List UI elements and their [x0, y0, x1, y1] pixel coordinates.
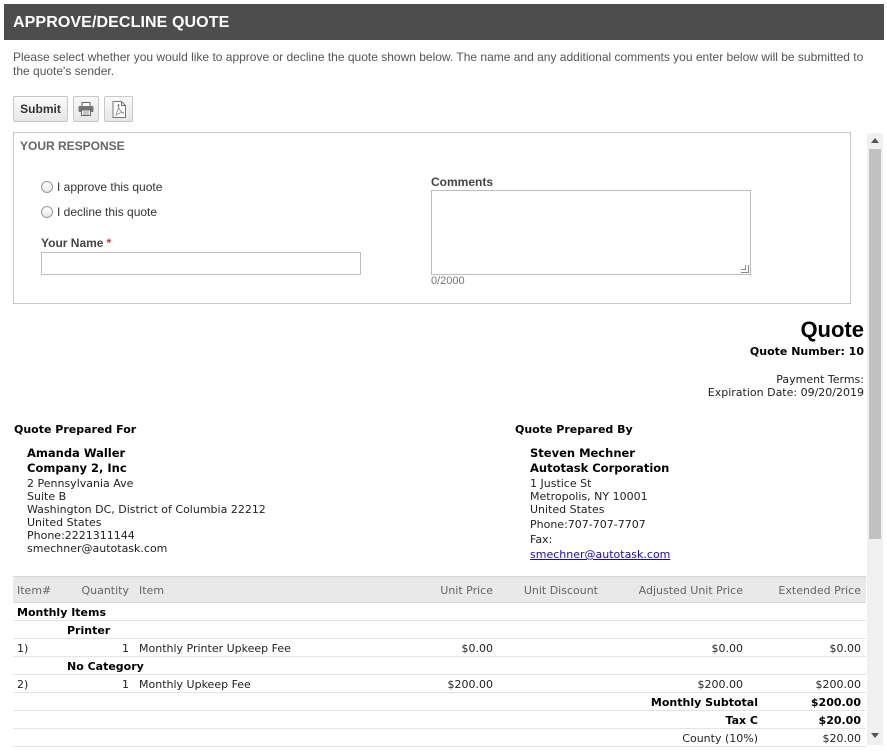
scroll-up-arrow-icon[interactable]	[871, 138, 879, 143]
table-header: Item# Quantity Item Unit Price Unit Disc…	[13, 576, 866, 603]
subtotal-row: Monthly Subtotal $200.00	[13, 693, 866, 711]
scroll-down-arrow-icon[interactable]	[871, 733, 879, 738]
response-panel: YOUR RESPONSE I approve this quote I dec…	[13, 132, 851, 304]
address-line: 1 Justice St	[530, 477, 592, 490]
table-row: 1) 1 Monthly Printer Upkeep Fee $0.00 $0…	[13, 639, 866, 657]
item-extended-price: $0.00	[829, 642, 862, 655]
sender-phone: Phone:707-707-7707	[530, 518, 646, 531]
subtotal-label: Monthly Subtotal	[650, 696, 758, 709]
prepared-for-heading: Quote Prepared For	[14, 423, 137, 436]
your-name-label-text: Your Name	[41, 236, 104, 250]
required-marker: *	[106, 236, 112, 250]
vertical-scrollbar[interactable]	[867, 133, 883, 745]
decline-label: I decline this quote	[57, 205, 158, 219]
sender-name: Steven Mechner	[530, 446, 635, 460]
column-header-extended-price: Extended Price	[778, 584, 861, 597]
table-row: 2) 1 Monthly Upkeep Fee $200.00 $200.00 …	[13, 675, 866, 693]
address-line: Washington DC, District of Columbia 2221…	[27, 503, 266, 516]
pdf-button[interactable]	[104, 96, 133, 122]
county-tax-label: County (10%)	[682, 732, 758, 745]
category-row: Printer	[13, 621, 866, 639]
category-label: Printer	[67, 624, 111, 637]
customer-email: smechner@autotask.com	[27, 542, 168, 555]
subtotal-value: $200.00	[810, 696, 861, 709]
column-header-unit-price: Unit Price	[440, 584, 493, 597]
sender-company: Autotask Corporation	[530, 461, 670, 475]
address-line: 2 Pennsylvania Ave	[27, 477, 134, 490]
address-line: Suite B	[27, 490, 67, 503]
item-name: Monthly Upkeep Fee	[139, 678, 251, 691]
address-line: Metropolis, NY 10001	[530, 490, 648, 503]
column-header-quantity: Quantity	[81, 584, 129, 597]
comments-textarea[interactable]	[431, 190, 751, 275]
scroll-thumb[interactable]	[869, 149, 881, 539]
customer-name: Amanda Waller	[27, 446, 126, 460]
group-label: Monthly Items	[17, 606, 107, 619]
prepared-for-address: Amanda Waller Company 2, Inc 2 Pennsylva…	[27, 446, 266, 556]
resize-grip-icon[interactable]	[741, 265, 749, 273]
county-tax-row: County (10%) $20.00	[13, 729, 866, 747]
items-table: Item# Quantity Item Unit Price Unit Disc…	[13, 576, 866, 747]
column-header-unit-discount: Unit Discount	[523, 584, 598, 597]
category-row: No Category	[13, 657, 866, 675]
item-quantity: 1	[122, 678, 129, 691]
address-line: United States	[27, 516, 102, 529]
customer-phone: Phone:2221311144	[27, 529, 135, 542]
column-header-item: Item	[139, 584, 165, 597]
group-row: Monthly Items	[13, 603, 866, 621]
comments-char-count: 0/2000	[431, 275, 465, 287]
tax-value: $20.00	[818, 714, 861, 727]
decline-option[interactable]: I decline this quote	[41, 205, 157, 219]
sender-fax: Fax:	[530, 533, 553, 546]
payment-terms: Payment Terms:	[776, 373, 864, 386]
pdf-icon	[112, 100, 126, 118]
comments-label: Comments	[431, 175, 494, 189]
decline-radio[interactable]	[41, 206, 53, 218]
column-header-adjusted-unit-price: Adjusted Unit Price	[638, 584, 743, 597]
item-adjusted-price: $0.00	[711, 642, 744, 655]
submit-button[interactable]: Submit	[13, 96, 68, 122]
sender-email-link[interactable]: smechner@autotask.com	[530, 548, 670, 561]
approve-option[interactable]: I approve this quote	[41, 180, 162, 194]
title-bar: APPROVE/DECLINE QUOTE	[4, 4, 884, 40]
customer-company: Company 2, Inc	[27, 461, 127, 475]
quote-number: Quote Number: 10	[749, 345, 864, 358]
instructions-text: Please select whether you would like to …	[13, 50, 864, 78]
tax-row: Tax C $20.00	[13, 711, 866, 729]
your-name-label: Your Name *	[41, 236, 111, 250]
response-section-title: YOUR RESPONSE	[20, 139, 125, 153]
expiration-date: Expiration Date: 09/20/2019	[707, 386, 864, 399]
quote-title: Quote	[800, 317, 864, 342]
approve-label: I approve this quote	[57, 180, 163, 194]
item-number: 2)	[17, 678, 29, 691]
county-tax-value: $20.00	[822, 732, 862, 745]
item-unit-price: $200.00	[447, 678, 494, 691]
item-quantity: 1	[122, 642, 129, 655]
item-unit-price: $0.00	[461, 642, 494, 655]
column-header-item-number: Item#	[17, 584, 52, 597]
item-name: Monthly Printer Upkeep Fee	[139, 642, 291, 655]
approve-radio[interactable]	[41, 181, 53, 193]
item-adjusted-price: $200.00	[697, 678, 744, 691]
your-name-input[interactable]	[41, 252, 361, 275]
printer-icon	[78, 102, 94, 116]
page-title: APPROVE/DECLINE QUOTE	[13, 14, 230, 31]
tax-label: Tax C	[725, 714, 758, 727]
prepared-by-heading: Quote Prepared By	[515, 423, 633, 436]
print-button[interactable]	[73, 96, 99, 122]
prepared-by-address: Steven Mechner Autotask Corporation 1 Ju…	[530, 446, 670, 562]
address-line: United States	[530, 503, 605, 516]
category-label: No Category	[67, 660, 144, 673]
item-extended-price: $200.00	[815, 678, 862, 691]
item-number: 1)	[17, 642, 29, 655]
